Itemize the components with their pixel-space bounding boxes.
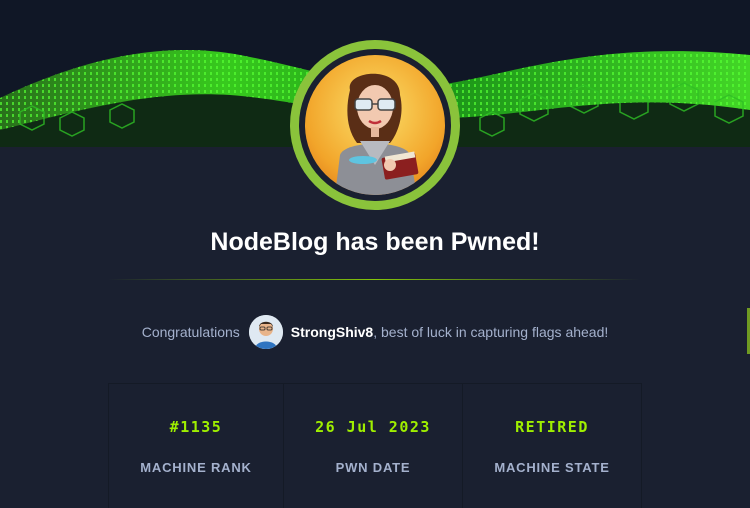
stat-value: #1135	[169, 418, 223, 436]
stat-value: 26 Jul 2023	[315, 418, 431, 436]
congrats-suffix: , best of luck in capturing flags ahead!	[373, 324, 609, 340]
stat-value: RETIRED	[515, 418, 589, 436]
user-avatar-icon[interactable]	[248, 315, 283, 349]
divider	[108, 279, 640, 280]
machine-avatar	[290, 40, 460, 210]
stat-pwn-date: 26 Jul 2023 PWN DATE	[284, 384, 463, 508]
stat-label: PWN DATE	[335, 460, 411, 475]
stat-machine-state: RETIRED MACHINE STATE	[463, 384, 641, 508]
stat-machine-rank: #1135 MACHINE RANK	[109, 384, 284, 508]
stat-label: MACHINE RANK	[140, 460, 252, 475]
stat-label: MACHINE STATE	[494, 460, 610, 475]
stats-table: #1135 MACHINE RANK 26 Jul 2023 PWN DATE …	[108, 383, 642, 508]
congrats-prefix: Congratulations	[141, 324, 240, 340]
congratulations-message: Congratulations StrongShiv8, best of luc…	[0, 314, 750, 350]
woman-with-glasses-and-book-avatar-icon	[305, 55, 445, 195]
page-title: NodeBlog has been Pwned!	[210, 228, 540, 256]
username-link[interactable]: StrongShiv8	[291, 324, 373, 340]
